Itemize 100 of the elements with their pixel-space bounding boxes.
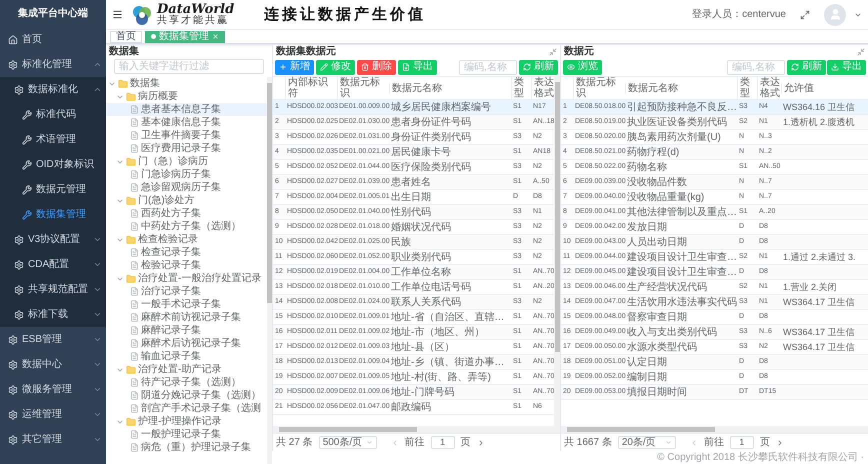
file-icon [130, 326, 139, 335]
pencil-icon [320, 63, 328, 71]
file-icon [130, 261, 139, 270]
toolbar-button[interactable]: 删除 [357, 60, 396, 74]
menu-item[interactable]: 其它管理 [0, 427, 106, 452]
menu-item[interactable]: 标准下载 [0, 302, 106, 327]
tree-node[interactable]: 患者基本信息子集 [106, 103, 267, 116]
menu-item[interactable]: 共享规范配置 [0, 277, 106, 302]
tree-node[interactable]: 麻醉术前访视记录子集 [106, 311, 267, 324]
menu-item[interactable]: 运维管理 [0, 402, 106, 427]
horizontal-scrollbar[interactable] [273, 426, 560, 433]
file-icon [130, 248, 139, 257]
table-cell: 收入与支出类别代码 [627, 327, 717, 338]
vertical-scrollbar[interactable] [267, 77, 272, 464]
tree-node[interactable]: 卫生事件摘要子集 [106, 129, 267, 142]
gear-icon [8, 360, 18, 370]
tab[interactable]: 首页 [110, 30, 142, 42]
horizontal-scrollbar[interactable] [561, 426, 868, 433]
collapse-icon[interactable] [857, 48, 865, 56]
column-header: 表达格式 [534, 77, 555, 99]
tools-icon [22, 160, 32, 170]
table-cell: 居民健康卡号 [391, 147, 451, 158]
menu-item[interactable]: CDA配置 [0, 252, 106, 277]
tree-node[interactable]: 阴道分娩记录子集（选测） [106, 389, 267, 402]
tree-node[interactable]: 病历概要 [106, 90, 267, 103]
table-cell: 发放日期 [627, 222, 667, 233]
page-size-select[interactable]: 20条/页 [618, 436, 676, 449]
tree-node[interactable]: 一般手术记录子集 [106, 298, 267, 311]
tree-node[interactable]: 剖宫产手术记录子集（选测 [106, 402, 267, 415]
page-field[interactable]: 1 [430, 436, 455, 449]
file-icon [130, 105, 139, 114]
file-icon [130, 144, 139, 153]
menu-item[interactable]: 术语管理 [0, 127, 106, 152]
tree-node[interactable]: 病危（重）护理记录子集 [106, 441, 267, 454]
toolbar-button[interactable]: 新增 [275, 60, 314, 74]
gear-icon [14, 234, 24, 244]
tree-node[interactable]: 治疗记录子集 [106, 285, 267, 298]
tree-node[interactable]: 医疗费用记录子集 [106, 142, 267, 155]
file-icon [130, 287, 139, 296]
tree-node[interactable]: 麻醉术后访视记录子集 [106, 337, 267, 350]
menu-item[interactable]: 首页 [0, 27, 106, 52]
menu-item[interactable]: 标准代码 [0, 102, 106, 127]
gear-icon [14, 310, 24, 320]
close-icon[interactable] [212, 33, 219, 40]
table-cell: 认定日期 [627, 357, 667, 368]
tree-node[interactable]: 西药处方子集 [106, 207, 267, 220]
folder-icon [126, 364, 136, 374]
page-size-select[interactable]: 500条/页 [318, 436, 377, 449]
refresh-icon [523, 63, 531, 71]
gear-icon [8, 434, 18, 444]
menu-icon[interactable] [112, 9, 123, 20]
search-field[interactable]: 编码,名称 [727, 60, 785, 74]
menu-item[interactable]: 数据中心 [0, 352, 106, 377]
menu-item[interactable]: V3协议配置 [0, 227, 106, 252]
table-cell: 地址-市（地区、州） [391, 327, 484, 338]
tree-node[interactable]: 门（急）诊病历 [106, 155, 267, 168]
table-cell: 地址-村(街、路、弄等) [391, 372, 491, 383]
menu-item[interactable]: 数据标准化 [0, 77, 106, 102]
menu-item[interactable]: OID对象标识 [0, 152, 106, 177]
menu-item[interactable]: ESB管理 [0, 327, 106, 352]
tree-node[interactable]: 一般护理记录子集 [106, 428, 267, 441]
user-icon [828, 8, 842, 21]
table-cell: 没收物品重量(kg) [627, 192, 704, 203]
tree-node[interactable]: 数据集 [106, 77, 267, 90]
tree-node[interactable]: 中药处方子集（选测） [106, 220, 267, 233]
search-field[interactable]: 编码,名称 [459, 60, 517, 74]
table-cell: 患者身份证件号码 [391, 117, 471, 128]
menu-item[interactable]: 标准化管理 [0, 52, 106, 77]
tree-node[interactable]: 治疗处置-助产记录 [106, 363, 267, 376]
refresh-icon [791, 63, 799, 71]
collapse-icon[interactable] [549, 48, 557, 56]
file-icon [130, 300, 139, 309]
menu-item[interactable]: 微服务管理 [0, 377, 106, 402]
table-cell: 地址-县（区） [391, 342, 454, 353]
tree-node[interactable]: 待产记录子集（选测） [106, 376, 267, 389]
avatar[interactable] [824, 4, 846, 26]
fullscreen-icon[interactable] [800, 10, 810, 20]
tree-node[interactable]: 治疗处置-一般治疗处置记录 [106, 272, 267, 285]
tree-node[interactable]: 门(急)诊处方 [106, 194, 267, 207]
filter-field[interactable]: 输入关键字进行过滤 [114, 59, 264, 74]
goto-label: 前往 [704, 436, 724, 450]
tree-node[interactable]: 检验记录子集 [106, 259, 267, 272]
table-cell: 执业医证设备类别代码 [627, 117, 727, 128]
tree-node[interactable]: 基本健康信息子集 [106, 116, 267, 129]
download-icon [831, 63, 839, 71]
vertical-scrollbar[interactable] [554, 76, 560, 426]
table-cell: 1.通过 2.未通过 3. [783, 252, 856, 262]
page-field[interactable]: 1 [730, 436, 754, 449]
tree-node[interactable]: 护理-护理操作记录 [106, 415, 267, 428]
tree-node[interactable]: 检查记录子集 [106, 246, 267, 259]
menu-item[interactable]: 数据集管理 [0, 202, 106, 227]
tree-node[interactable]: 输血记录子集 [106, 350, 267, 363]
tree-node[interactable]: 门急诊病历子集 [106, 168, 267, 181]
menu-item[interactable]: 数据元管理 [0, 177, 106, 202]
copyright: © Copyright 2018 长沙攀氏软件科技有限公司 · [657, 450, 864, 464]
table-cell: WS364.16 卫生信 [783, 102, 855, 112]
tree-node[interactable]: 急诊留观病历子集 [106, 181, 267, 194]
tree-node[interactable]: 麻醉记录子集 [106, 324, 267, 337]
goto-label: 前往 [404, 436, 425, 450]
tree-node[interactable]: 检查检验记录 [106, 233, 267, 246]
